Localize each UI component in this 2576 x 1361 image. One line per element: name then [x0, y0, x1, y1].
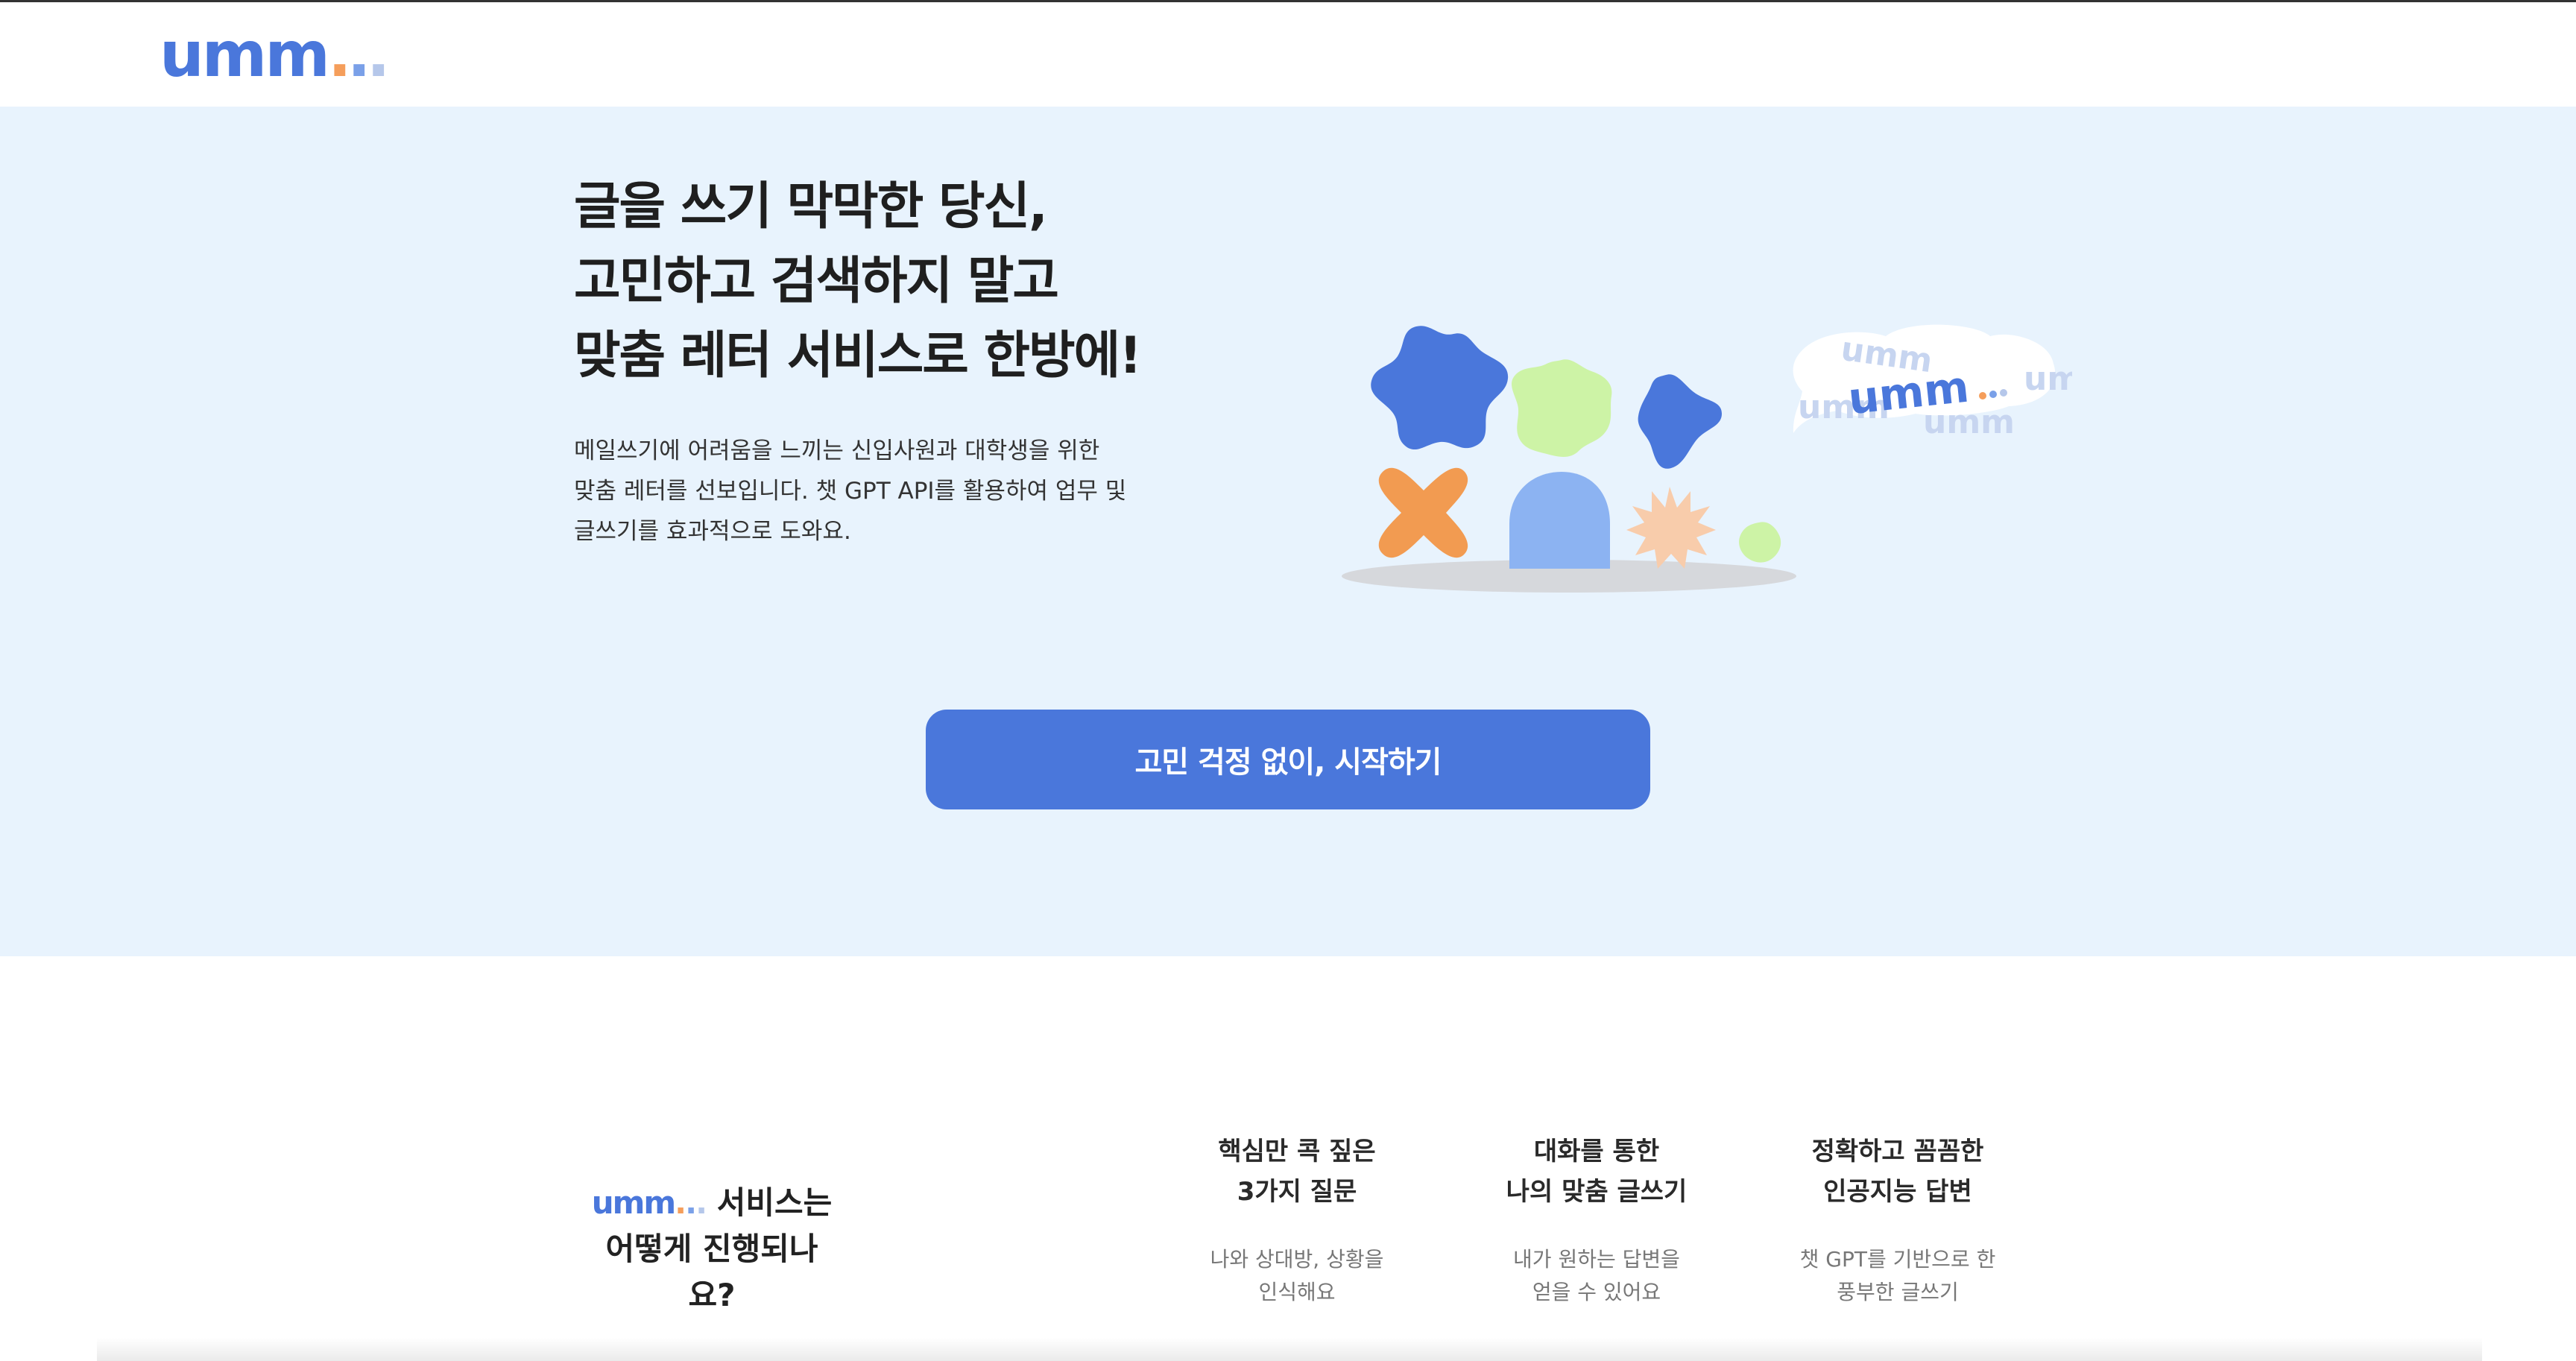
start-button[interactable]: 고민 걱정 없이, 시작하기 [926, 710, 1650, 809]
feature-desc-line: 인식해요 [1258, 1280, 1336, 1304]
peach-star-shape [1626, 487, 1716, 569]
hero-title-line: 고민하고 검색하지 말고 [574, 252, 1059, 311]
hero-title: 글을 쓰기 막막한 당신, 고민하고 검색하지 말고 맞춤 레터 서비스로 한방… [574, 170, 1142, 394]
blue-wavy-shape [1371, 326, 1509, 450]
inline-logo: umm [591, 1184, 676, 1221]
hero-title-line: 맞춤 레터 서비스로 한방에! [574, 326, 1142, 385]
small-green-shape [1739, 522, 1781, 563]
hero-illustration: umm umm umm umm umm [1342, 324, 2072, 593]
hero-description-line: 메일쓰기에 어려움을 느끼는 신입사원과 대학생을 위한 [574, 438, 1100, 464]
feature-desc-line: 얻을 수 있어요 [1532, 1280, 1661, 1304]
how-it-works-section: umm... 서비스는 어떻게 진행되나 요? 핵심만 콕 짚은 3가지 질문 … [0, 956, 2576, 1361]
speech-echo-text: umm [2024, 360, 2072, 398]
feature-card: 핵심만 콕 짚은 3가지 질문 나와 상대방, 상황을 인식해요 [1148, 1131, 1446, 1309]
feature-desc-line: 챗 GPT를 기반으로 한 [1799, 1247, 1996, 1272]
feature-title-line: 대화를 통한 [1533, 1137, 1660, 1166]
feature-title-line: 인공지능 답변 [1823, 1177, 1972, 1207]
blue-arch-shape [1509, 472, 1610, 569]
bottom-fade [97, 1338, 2482, 1361]
how-title-line: 요? [688, 1277, 736, 1313]
hero-title-line: 글을 쓰기 막막한 당신, [574, 177, 1048, 236]
feature-title-line: 핵심만 콕 짚은 [1218, 1137, 1376, 1166]
how-it-works-title: umm... 서비스는 어떻게 진행되나 요? [552, 1180, 872, 1319]
inline-logo-dots: ... [675, 1184, 707, 1221]
hero-description: 메일쓰기에 어려움을 느끼는 신입사원과 대학생을 위한 맞춤 레터를 선보입니… [574, 431, 1185, 552]
feature-title-line: 정확하고 꼼꼼한 [1811, 1137, 1984, 1166]
orange-x-shape [1378, 467, 1468, 558]
feature-desc-line: 내가 원하는 답변을 [1513, 1247, 1680, 1272]
hero-description-line: 맞춤 레터를 선보입니다. 챗 GPT API를 활용하여 업무 및 [574, 478, 1127, 505]
logo-text: umm [160, 18, 330, 91]
how-title-line: 어떻게 진행되나 [605, 1231, 818, 1267]
feature-desc-line: 풍부한 글쓰기 [1837, 1280, 1959, 1304]
green-wavy-shape [1512, 359, 1612, 457]
hero-description-line: 글쓰기를 효과적으로 도와요. [574, 518, 851, 545]
blue-triangle-shape [1638, 374, 1722, 469]
logo-dots: ... [327, 18, 391, 91]
site-header: umm... [0, 2, 2576, 107]
feature-desc-line: 나와 상대방, 상황을 [1210, 1247, 1384, 1272]
feature-card: 정확하고 꼼꼼한 인공지능 답변 챗 GPT를 기반으로 한 풍부한 글쓰기 [1749, 1131, 2047, 1309]
feature-card: 대화를 통한 나의 맞춤 글쓰기 내가 원하는 답변을 얻을 수 있어요 [1448, 1131, 1746, 1309]
feature-title-line: 3가지 질문 [1237, 1177, 1357, 1207]
how-title-suffix: 서비스는 [716, 1184, 833, 1221]
brand-logo[interactable]: umm... [160, 17, 391, 92]
feature-title-line: 나의 맞춤 글쓰기 [1506, 1177, 1688, 1207]
hero-section: 글을 쓰기 막막한 당신, 고민하고 검색하지 말고 맞춤 레터 서비스로 한방… [0, 107, 2576, 956]
